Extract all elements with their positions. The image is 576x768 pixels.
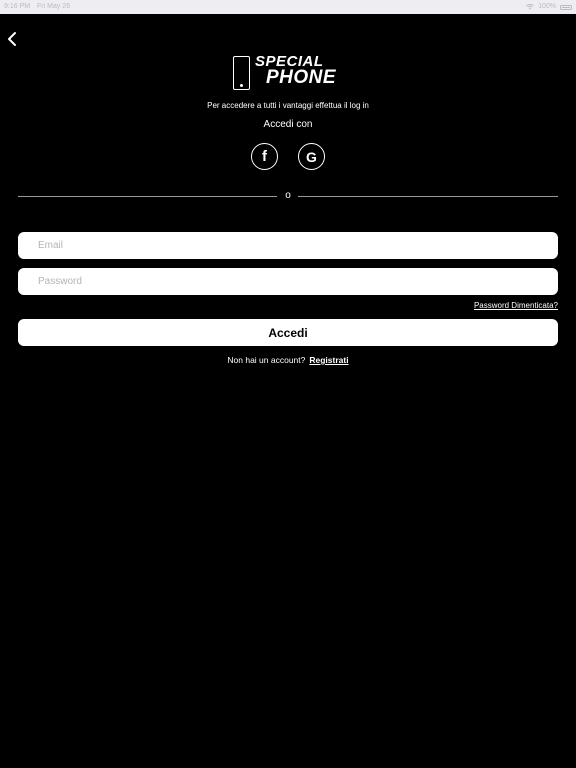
battery-percentage: 100% (538, 3, 556, 10)
divider-or-text: o (285, 190, 291, 201)
status-time: 9:16 PM (4, 3, 31, 10)
divider-right (298, 196, 558, 197)
status-bar: 9:16 PM Fri May 26 100% (0, 0, 576, 14)
special-phone-logo: SPECIAL PHONE (233, 54, 343, 92)
login-subtitle: Per accedere a tutti i vantaggi effettua… (207, 101, 369, 110)
social-login-heading: Accedi con (263, 119, 313, 130)
facebook-login-button[interactable]: f (251, 143, 278, 170)
divider-left (18, 196, 277, 197)
phone-icon (233, 56, 250, 90)
forgot-password-link[interactable]: Password Dimenticata? (474, 300, 558, 311)
battery-icon (560, 4, 572, 10)
register-row: Non hai un account? Registrati (0, 354, 576, 366)
facebook-icon: f (262, 148, 267, 165)
back-button[interactable] (4, 30, 22, 48)
chevron-left-icon (8, 32, 16, 46)
status-right: 100% (526, 0, 572, 14)
register-link[interactable]: Registrati (309, 355, 348, 365)
status-left: 9:16 PM Fri May 26 (4, 0, 70, 14)
register-prompt: Non hai un account? (227, 355, 306, 365)
logo-text-phone: PHONE (266, 67, 337, 88)
login-screen: 9:16 PM Fri May 26 100% SPECIAL PHONE Pe… (0, 0, 576, 768)
google-login-button[interactable]: G (298, 143, 325, 170)
login-button[interactable]: Accedi (18, 319, 558, 346)
email-field[interactable] (18, 232, 558, 259)
password-field[interactable] (18, 268, 558, 295)
wifi-icon (526, 4, 534, 10)
status-date: Fri May 26 (37, 3, 71, 10)
google-icon: G (306, 148, 317, 165)
